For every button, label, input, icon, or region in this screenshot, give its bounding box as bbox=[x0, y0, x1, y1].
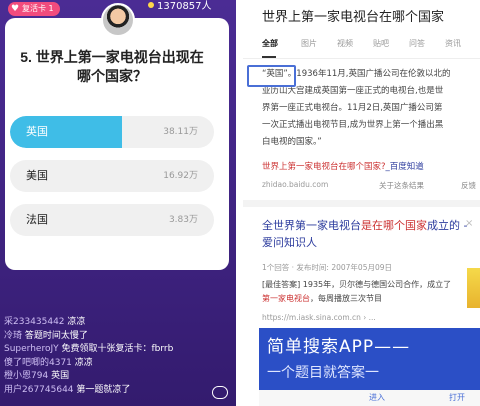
chat-user: 傻了吧唧的4371 bbox=[4, 357, 72, 368]
chat-message: SuperheroJY 免费领取十张复活卡：fbrrb bbox=[4, 343, 232, 357]
viewer-count: 1370857人 bbox=[148, 0, 212, 14]
option-label: 法国 bbox=[26, 213, 48, 226]
result2-meta: 1个回答 · 发布时间: 2007年05月09日 bbox=[262, 263, 393, 272]
search-query-title: 世界上第一家电视台在哪个国家 bbox=[262, 10, 445, 25]
chat-text: 免费领取十张复活卡：fbrrb bbox=[61, 344, 174, 354]
tab-news[interactable]: 资讯 bbox=[445, 38, 461, 49]
option-count: 38.11万 bbox=[163, 127, 198, 137]
chat-text: 答题时间太慢了 bbox=[24, 330, 88, 341]
option-label: 英国 bbox=[26, 125, 48, 138]
chat-message: 傻了吧唧的4371 凉凉 bbox=[4, 357, 232, 371]
chat-text: 英国 bbox=[51, 371, 70, 381]
snippet-line: 一次正式播出电视节目,成为世界上第一个播出黑 bbox=[262, 120, 444, 130]
chat-user: 用户267745644 bbox=[4, 384, 74, 395]
option-france[interactable]: 法国 3.83万 bbox=[10, 204, 214, 236]
highlight-box bbox=[247, 65, 296, 87]
chat-user: 冷琦 bbox=[4, 330, 23, 341]
banner-subtitle: 一个题目就答案一 bbox=[267, 365, 379, 381]
nav-open[interactable]: 打开 bbox=[449, 392, 465, 403]
tab-tieba[interactable]: 贴吧 bbox=[373, 38, 389, 49]
option-uk[interactable]: 英国 38.11万 bbox=[10, 116, 214, 148]
option-count: 3.83万 bbox=[168, 215, 198, 225]
chat-text: 凉凉 bbox=[74, 357, 93, 368]
bottom-nav: 进入 打开 bbox=[259, 390, 480, 406]
chat-bubble-icon[interactable] bbox=[212, 386, 228, 399]
revive-card-badge[interactable]: ♥ 复活卡 1 bbox=[8, 2, 60, 16]
close-icon[interactable]: × bbox=[465, 218, 473, 229]
answer-line: 第一家电视台，每周播放三次节目 bbox=[262, 292, 451, 306]
viewer-dot-icon bbox=[148, 2, 154, 8]
chat-text: 第一题就凉了 bbox=[76, 384, 131, 395]
divider bbox=[243, 58, 480, 59]
result-source: zhidao.baidu.com bbox=[262, 180, 329, 189]
tab-all[interactable]: 全部 bbox=[262, 38, 278, 49]
option-label: 美国 bbox=[26, 169, 48, 182]
host-avatar bbox=[101, 3, 135, 37]
viewer-count-label: 1370857人 bbox=[157, 1, 212, 12]
feedback-link[interactable]: 反馈 bbox=[461, 180, 476, 191]
section-separator bbox=[243, 200, 480, 207]
question-text: 5. 世界上第一家电视台出现在哪个国家？ bbox=[20, 49, 204, 84]
nav-enter[interactable]: 进入 bbox=[369, 392, 385, 403]
result2-title-b: 是在哪个国家 bbox=[361, 219, 427, 232]
result2-title-a: 全世界第一家电视台 bbox=[262, 219, 361, 232]
chat-feed: 采233435442 凉凉 冷琦 答题时间太慢了 SuperheroJY 免费领… bbox=[4, 316, 232, 397]
about-result-link[interactable]: 关于这条结果 bbox=[379, 180, 424, 191]
tab-qa[interactable]: 问答 bbox=[409, 38, 425, 49]
result2-answer: [最佳答案] 1935年，贝尔德与德国公司合作，成立了 第一家电视台，每周播放三次… bbox=[262, 278, 451, 306]
chat-message: 冷琦 答题时间太慢了 bbox=[4, 330, 232, 344]
chat-user: 采233435442 bbox=[4, 317, 65, 327]
result2-url: https://m.iask.sina.com.cn › ... bbox=[262, 313, 376, 322]
chat-message: 用户267745644 第一题就凉了 bbox=[4, 384, 232, 398]
snippet-line: 白电视的国家。” bbox=[262, 137, 322, 147]
result-link-text: 世界上第一家电视台在哪个国家? bbox=[262, 162, 386, 172]
heart-icon: ♥ bbox=[11, 4, 20, 14]
banner-title: 简单搜索APP—— bbox=[267, 337, 411, 357]
result-link-tail: _百度知道 bbox=[385, 162, 424, 172]
result-link-zhidao[interactable]: 世界上第一家电视台在哪个国家?_百度知道 bbox=[262, 160, 424, 172]
answer-line: [最佳答案] 1935年，贝尔德与德国公司合作，成立了 bbox=[262, 280, 452, 289]
chat-user: 橙小恩794 bbox=[4, 371, 49, 381]
quiz-app-panel: ♥ 复活卡 1 1370857人 5. 世界上第一家电视台出现在哪个国家？ 英国… bbox=[0, 0, 236, 406]
result-link-iask[interactable]: 全世界第一家电视台是在哪个国家成立的 - 爱问知识人 bbox=[262, 217, 477, 251]
option-usa[interactable]: 美国 16.92万 bbox=[10, 160, 214, 192]
search-tabs: 全部 图片 视频 贴吧 问答 资讯 bbox=[262, 38, 480, 54]
answer-highlight: 第一家电视台 bbox=[262, 294, 310, 303]
chat-user: SuperheroJY bbox=[4, 344, 59, 354]
answer-tail: ，每周播放三次节目 bbox=[310, 294, 382, 303]
chat-message: 橙小恩794 英国 bbox=[4, 370, 232, 384]
search-results-panel: 世界上第一家电视台在哪个国家 全部 图片 视频 贴吧 问答 资讯 “英国”。19… bbox=[243, 0, 480, 406]
option-count: 16.92万 bbox=[163, 171, 198, 181]
chat-message: 采233435442 凉凉 bbox=[4, 316, 232, 330]
chat-text: 凉凉 bbox=[67, 317, 86, 327]
snippet-line: 界第一座正式电视台。11月2日,英国广播公司第 bbox=[262, 103, 443, 113]
tab-videos[interactable]: 视频 bbox=[337, 38, 353, 49]
tab-images[interactable]: 图片 bbox=[301, 38, 317, 49]
revive-card-label: 复活卡 1 bbox=[22, 4, 54, 13]
result-thumbnail bbox=[467, 268, 480, 308]
